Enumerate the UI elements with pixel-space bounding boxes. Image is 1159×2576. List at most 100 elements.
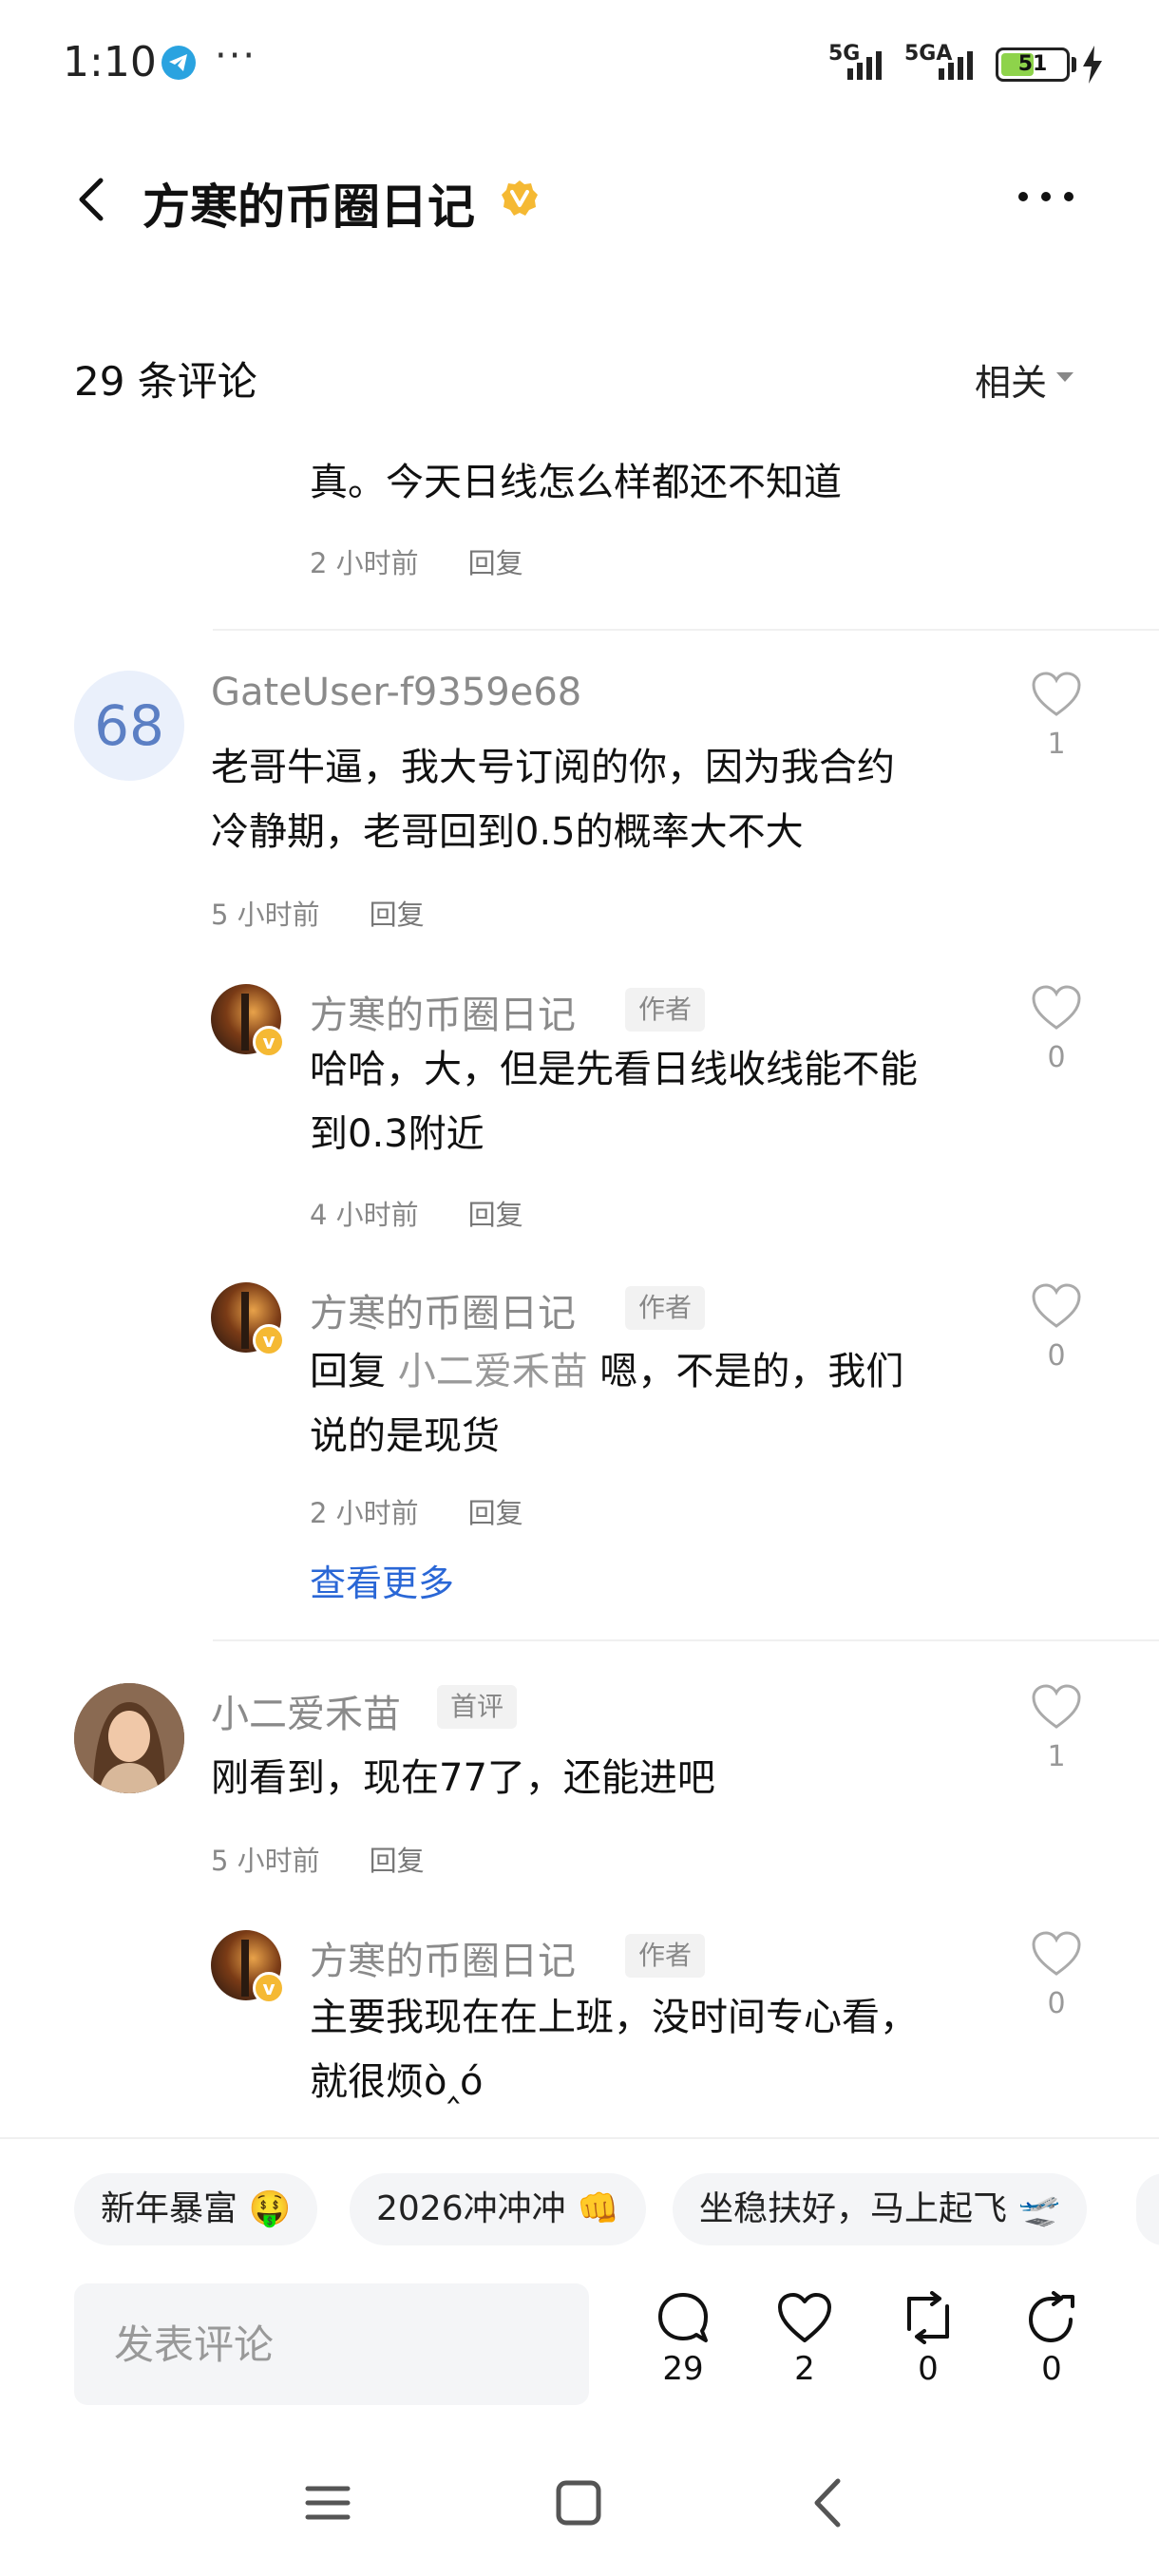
author-badge: 作者 bbox=[625, 988, 706, 1032]
reply-username[interactable]: 方寒的币圈日记 bbox=[310, 984, 576, 1039]
more-options-button[interactable] bbox=[1013, 182, 1079, 211]
like-count: 0 bbox=[1047, 1987, 1066, 2020]
verified-icon: v bbox=[253, 1972, 285, 2004]
home-square-icon bbox=[556, 2480, 601, 2526]
menu-button[interactable] bbox=[294, 2470, 361, 2536]
share-action-button[interactable]: 0 bbox=[1009, 2291, 1094, 2388]
shares-count: 0 bbox=[1041, 2350, 1062, 2388]
comment-meta: 5 小时前 回复 bbox=[211, 893, 425, 933]
comment-input[interactable] bbox=[74, 2283, 589, 2405]
comment-time: 5 小时前 bbox=[211, 899, 320, 931]
reply-text-line: 就很烦ò‸ó bbox=[310, 2060, 484, 2104]
telegram-icon bbox=[162, 46, 196, 80]
heart-icon bbox=[1032, 1283, 1081, 1328]
comment-text: 刚看到，现在77了，还能进吧 bbox=[211, 1756, 715, 1800]
reply-text-line: 主要我现在在上班，没时间专心看， bbox=[310, 1996, 918, 2039]
reply-text-line: 回复 小二爱禾苗 嗯，不是的，我们 bbox=[310, 1339, 903, 1404]
menu-icon bbox=[305, 2486, 351, 2520]
quick-reply-chip[interactable]: 2026冲冲冲 👊 bbox=[350, 2173, 646, 2245]
comment-text-line: 冷静期，老哥回到0.5的概率大不大 bbox=[211, 810, 804, 854]
status-bar: 1:10 ··· 5G 5GA 51 bbox=[0, 0, 1159, 123]
reply-username[interactable]: 方寒的币圈日记 bbox=[310, 1282, 576, 1337]
like-button[interactable]: 1 bbox=[1028, 671, 1085, 761]
home-button[interactable] bbox=[545, 2470, 612, 2536]
like-count: 1 bbox=[1047, 728, 1066, 761]
sort-dropdown[interactable]: 相关 bbox=[975, 353, 1047, 406]
repost-icon bbox=[907, 2291, 949, 2344]
comment-time: 5 小时前 bbox=[211, 1845, 320, 1877]
verified-icon bbox=[502, 180, 538, 216]
divider bbox=[213, 1639, 1159, 1641]
comment-username[interactable]: 小二爱禾苗 bbox=[211, 1683, 401, 1738]
quick-reply-chip-overflow[interactable] bbox=[1136, 2173, 1159, 2245]
avatar[interactable]: v bbox=[211, 1930, 285, 2004]
comment-input-box[interactable] bbox=[74, 2283, 589, 2405]
back-button[interactable] bbox=[66, 171, 124, 228]
caret-down-icon bbox=[1056, 372, 1074, 382]
status-time: 1:10 bbox=[63, 38, 157, 86]
heart-icon bbox=[778, 2293, 831, 2342]
battery-icon: 51 bbox=[996, 47, 1070, 82]
reply-meta: 4 小时前 回复 bbox=[310, 1193, 523, 1233]
like-button[interactable]: 0 bbox=[1028, 1930, 1085, 2020]
page-title[interactable]: 方寒的币圈日记 bbox=[142, 169, 475, 237]
quick-reply-chips: 新年暴富 🤑 2026冲冲冲 👊 坐稳扶好，马上起飞 🛫 bbox=[0, 2173, 1159, 2249]
reply-time: 4 小时前 bbox=[310, 1199, 419, 1231]
heart-icon bbox=[1032, 1684, 1081, 1729]
avatar[interactable]: v bbox=[211, 984, 285, 1058]
top-navigation: 方寒的币圈日记 bbox=[0, 142, 1159, 256]
user-photo-icon bbox=[74, 1683, 184, 1793]
reply-text-line: 到0.3附近 bbox=[310, 1112, 484, 1156]
battery-percent: 51 bbox=[1017, 52, 1048, 76]
comments-action-button[interactable]: 29 bbox=[640, 2291, 726, 2388]
reply-button[interactable]: 回复 bbox=[468, 1497, 523, 1529]
avatar[interactable]: 68 bbox=[74, 671, 184, 781]
comment-username[interactable]: GateUser-f9359e68 bbox=[211, 671, 581, 714]
heart-icon bbox=[1032, 1931, 1081, 1976]
reply-prefix: 回复 bbox=[310, 1350, 398, 1393]
like-button[interactable]: 0 bbox=[1028, 1282, 1085, 1373]
reply-button[interactable]: 回复 bbox=[370, 899, 425, 931]
chevron-left-icon bbox=[79, 178, 104, 221]
reply-button[interactable]: 回复 bbox=[468, 547, 523, 579]
reply-meta: 2 小时前 回复 bbox=[310, 1491, 523, 1531]
like-button[interactable]: 1 bbox=[1028, 1683, 1085, 1773]
battery-tip bbox=[1072, 57, 1076, 72]
comment-time: 2 小时前 bbox=[310, 547, 419, 579]
quick-reply-chip[interactable]: 新年暴富 🤑 bbox=[74, 2173, 318, 2245]
like-action-button[interactable]: 2 bbox=[762, 2291, 847, 2388]
quick-reply-chip[interactable]: 坐稳扶好，马上起飞 🛫 bbox=[673, 2173, 1088, 2245]
likes-count: 2 bbox=[794, 2350, 815, 2388]
reply-text: 嗯，不是的，我们 bbox=[587, 1350, 904, 1393]
reply-button[interactable]: 回复 bbox=[370, 1845, 425, 1877]
comment-text: 真。今天日线怎么样都还不知道 bbox=[310, 461, 842, 504]
first-comment-badge: 首评 bbox=[437, 1685, 518, 1729]
comment-meta: 5 小时前 回复 bbox=[211, 1839, 425, 1879]
like-count: 0 bbox=[1047, 1041, 1066, 1074]
system-back-button[interactable] bbox=[796, 2470, 863, 2536]
repost-action-button[interactable]: 0 bbox=[885, 2291, 971, 2388]
author-badge: 作者 bbox=[625, 1286, 706, 1330]
back-arrow-icon bbox=[814, 2478, 841, 2528]
comment-text-line: 老哥牛逼，我大号订阅的你，因为我合约 bbox=[211, 746, 895, 789]
mention-link[interactable]: 小二爱禾苗 bbox=[398, 1350, 588, 1393]
avatar[interactable] bbox=[74, 1683, 184, 1793]
comment-meta: 2 小时前 回复 bbox=[310, 541, 523, 581]
reply-button[interactable]: 回复 bbox=[468, 1199, 523, 1231]
more-notifications-icon: ··· bbox=[215, 34, 257, 78]
reply-username[interactable]: 方寒的币圈日记 bbox=[310, 1930, 576, 1985]
reposts-count: 0 bbox=[918, 2350, 939, 2388]
divider bbox=[213, 629, 1159, 631]
avatar[interactable]: v bbox=[211, 1282, 285, 1356]
verified-icon: v bbox=[253, 1026, 285, 1058]
heart-icon bbox=[1032, 985, 1081, 1030]
heart-icon bbox=[1032, 672, 1081, 716]
verified-icon: v bbox=[253, 1324, 285, 1356]
reply-text-line: 说的是现货 bbox=[310, 1414, 500, 1458]
like-count: 0 bbox=[1047, 1339, 1066, 1373]
view-more-replies-link[interactable]: 查看更多 bbox=[310, 1554, 454, 1606]
share-icon bbox=[1028, 2291, 1074, 2343]
charging-icon bbox=[1083, 46, 1102, 84]
like-count: 1 bbox=[1047, 1740, 1066, 1773]
like-button[interactable]: 0 bbox=[1028, 984, 1085, 1074]
